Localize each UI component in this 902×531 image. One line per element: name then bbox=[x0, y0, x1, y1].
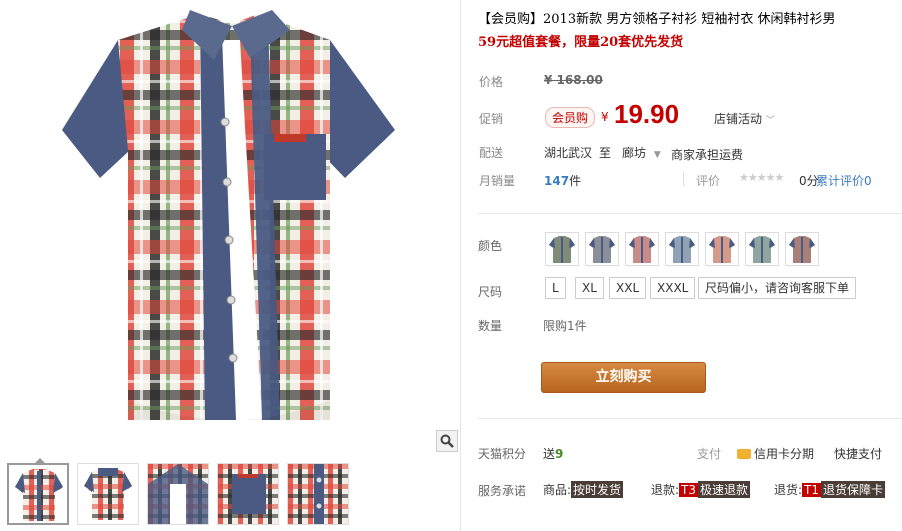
color-swatch-7[interactable] bbox=[785, 232, 819, 266]
fast-refund-tag: 极速退款 bbox=[698, 481, 751, 498]
service-return-guarantee[interactable]: 退货: T1 退货保障卡 bbox=[774, 481, 886, 498]
chevron-down-icon: ﹀ bbox=[765, 116, 775, 126]
purchase-limit: 限购1件 bbox=[543, 319, 587, 333]
monthly-sales-label: 月销量 bbox=[479, 174, 516, 188]
product-subtitle: 59元超值套餐，限量20套优先发货 bbox=[478, 35, 684, 50]
section-divider bbox=[478, 213, 902, 214]
credit-installment-link[interactable]: 信用卡分期 bbox=[737, 445, 814, 462]
color-label: 颜色 bbox=[478, 239, 503, 253]
promo-price: 19.90 bbox=[614, 99, 680, 129]
color-swatch-4[interactable] bbox=[665, 232, 699, 266]
size-note-button[interactable]: 尺码偏小，请咨询客服下单 bbox=[698, 277, 857, 299]
thumbnail-5[interactable] bbox=[287, 463, 349, 525]
shop-activity-dropdown[interactable]: 店铺活动 ﹀ bbox=[714, 110, 775, 127]
price-label: 价格 bbox=[479, 75, 504, 89]
review-count-link[interactable]: 累计评价0 bbox=[816, 172, 872, 189]
size-option-xl[interactable]: XL bbox=[575, 277, 604, 299]
price-currency: ¥ bbox=[601, 110, 609, 124]
color-swatch-5[interactable] bbox=[705, 232, 739, 266]
thumbnail-4[interactable] bbox=[217, 463, 279, 525]
thumb-fabric-detail-image bbox=[288, 464, 348, 524]
product-details: 【会员购】2013新款 男方领格子衬衫 短袖衬衣 休闲韩衬衫男 59元超值套餐，… bbox=[461, 0, 902, 531]
buy-now-button[interactable]: 立刻购买 bbox=[541, 362, 706, 393]
destination-selector[interactable]: 廊坊 ▼ bbox=[622, 144, 661, 161]
monthly-sales-unit: 件 bbox=[569, 174, 582, 188]
rating-label: 评价 bbox=[696, 174, 721, 188]
swatch-shirt-image bbox=[709, 236, 735, 263]
service-fast-refund[interactable]: 退款: T3 极速退款 bbox=[651, 481, 751, 498]
t1-badge: T1 bbox=[802, 483, 822, 497]
thumb-shirt-back-image bbox=[84, 468, 132, 520]
size-option-xxxl[interactable]: XXXL bbox=[650, 277, 696, 299]
size-label: 尺码 bbox=[478, 285, 503, 299]
size-option-xxl[interactable]: XXL bbox=[609, 277, 647, 299]
return-card-tag: 退货保障卡 bbox=[821, 481, 886, 498]
sales-divider bbox=[683, 172, 684, 186]
shipping-label: 配送 bbox=[479, 146, 504, 160]
thumbnail-3[interactable] bbox=[147, 463, 209, 525]
thumb-collar-detail-image bbox=[148, 464, 208, 524]
ship-to-label: 至 bbox=[599, 146, 612, 160]
ship-from: 湖北武汉 bbox=[544, 146, 593, 160]
rating-stars-icon: ★★★★★ bbox=[739, 171, 784, 184]
thumb-pocket-detail-image bbox=[218, 464, 278, 524]
service-label: 服务承诺 bbox=[478, 484, 527, 498]
member-badge: 会员购 bbox=[545, 107, 596, 128]
price-panel: 价格 ¥ 168.00 促销 会员购 ¥ 19.90 店铺活动 ﹀ 配送 湖北武… bbox=[471, 60, 902, 202]
product-gallery bbox=[0, 0, 458, 531]
credit-installment-label: 信用卡分期 bbox=[754, 447, 815, 461]
service-2-prefix: 退款: bbox=[651, 483, 680, 497]
swatch-shirt-image bbox=[629, 236, 655, 263]
quick-pay-link[interactable]: 快捷支付 bbox=[834, 445, 882, 462]
main-product-image[interactable] bbox=[0, 0, 458, 456]
swatch-shirt-image bbox=[789, 236, 815, 263]
destination-value: 廊坊 bbox=[622, 146, 647, 160]
thumbnail-1[interactable] bbox=[7, 463, 69, 525]
service-ship-on-time[interactable]: 商品: 按时发货 bbox=[543, 481, 624, 498]
t3-badge: T3 bbox=[679, 483, 699, 497]
monthly-sales-count: 147 bbox=[544, 174, 570, 188]
shipping-fee-note: 商家承担运费 bbox=[671, 148, 744, 162]
tmall-points: 送9 bbox=[543, 445, 563, 462]
points-value: 9 bbox=[555, 447, 564, 461]
swatch-shirt-image bbox=[549, 236, 575, 263]
color-swatch-2[interactable] bbox=[585, 232, 619, 266]
color-swatch-6[interactable] bbox=[745, 232, 779, 266]
shop-activity-label: 店铺活动 bbox=[714, 112, 763, 126]
size-option-l[interactable]: L bbox=[545, 277, 566, 299]
thumbnail-2[interactable] bbox=[77, 463, 139, 525]
thumbnail-strip bbox=[0, 458, 458, 531]
credit-card-icon bbox=[737, 449, 751, 459]
shirt-image bbox=[62, 10, 395, 420]
color-swatch-3[interactable] bbox=[625, 232, 659, 266]
section-divider-2 bbox=[478, 418, 902, 419]
product-title: 【会员购】2013新款 男方领格子衬衫 短袖衬衣 休闲韩衬衫男 bbox=[478, 12, 836, 27]
caret-down-icon: ▼ bbox=[653, 150, 661, 160]
payment-label: 支付 bbox=[697, 447, 722, 461]
tmall-points-label: 天猫积分 bbox=[478, 447, 527, 461]
monthly-sales: 147件 bbox=[544, 172, 581, 189]
thumb-shirt-front-image bbox=[15, 469, 63, 521]
magnifier-icon bbox=[440, 434, 454, 448]
original-price: ¥ 168.00 bbox=[544, 73, 603, 87]
on-time-ship-tag: 按时发货 bbox=[571, 481, 624, 498]
quantity-label: 数量 bbox=[478, 319, 503, 333]
promo-label: 促销 bbox=[479, 112, 504, 126]
service-1-prefix: 商品: bbox=[543, 483, 572, 497]
swatch-shirt-image bbox=[669, 236, 695, 263]
swatch-shirt-image bbox=[749, 236, 775, 263]
service-3-prefix: 退货: bbox=[774, 483, 803, 497]
swatch-shirt-image bbox=[589, 236, 615, 263]
points-prefix: 送 bbox=[543, 447, 556, 461]
zoom-button[interactable] bbox=[436, 430, 458, 452]
color-swatch-1[interactable] bbox=[545, 232, 579, 266]
